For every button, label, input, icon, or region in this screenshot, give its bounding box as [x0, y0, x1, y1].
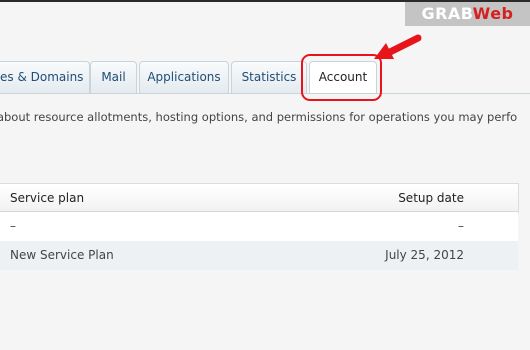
subscription-table: Service plan Setup date – – New Service …: [0, 183, 518, 270]
watermark-part2: Web: [472, 4, 514, 23]
highlight-box: [301, 54, 382, 101]
cell-service-plan: New Service Plan: [10, 248, 114, 262]
table-edge: [518, 183, 530, 213]
cell-service-plan: –: [10, 219, 16, 233]
watermark-logo: GRABWeb: [405, 2, 530, 26]
description-text: n about resource allotments, hosting opt…: [0, 110, 518, 124]
tab-label: Applications: [147, 70, 221, 84]
account-description: n about resource allotments, hosting opt…: [0, 110, 530, 126]
tab-statistics[interactable]: Statistics: [231, 61, 307, 93]
table-row: – –: [0, 212, 518, 241]
tab-label: Mail: [101, 70, 126, 84]
watermark-part1: GRAB: [421, 4, 473, 23]
tab-mail[interactable]: Mail: [90, 61, 137, 93]
tab-underline: [0, 93, 530, 94]
tab-label: es & Domains: [0, 70, 84, 84]
table-header: Service plan Setup date: [0, 184, 518, 212]
tab-label: Statistics: [241, 70, 297, 84]
column-header-setup-date[interactable]: Setup date: [398, 184, 464, 212]
cell-setup-date: July 25, 2012: [385, 248, 464, 262]
cell-setup-date: –: [458, 219, 464, 233]
tab-applications[interactable]: Applications: [139, 61, 229, 93]
table-row: New Service Plan July 25, 2012: [0, 241, 518, 270]
tab-websites-domains[interactable]: es & Domains: [0, 61, 90, 93]
column-header-service-plan[interactable]: Service plan: [10, 184, 84, 212]
red-arrow-icon: [374, 34, 422, 59]
